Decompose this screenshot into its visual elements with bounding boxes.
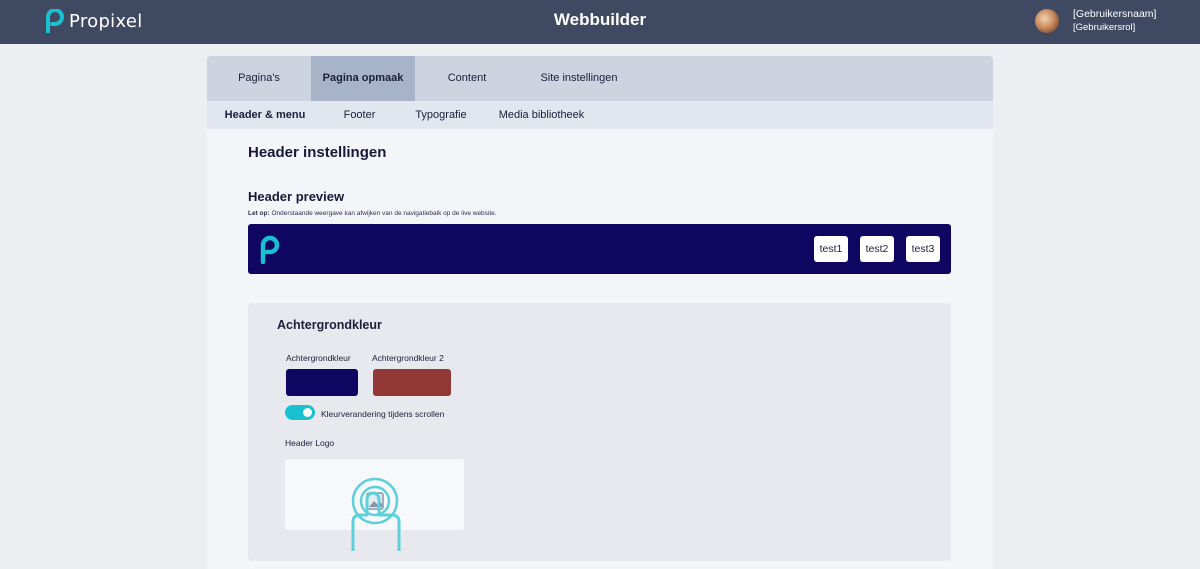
background-color-2-picker[interactable]	[373, 369, 451, 396]
top-bar: Propixel Webbuilder [Gebruikersnaam] [Ge…	[0, 0, 1200, 44]
preview-note: Let op: Onderstaande weergave kan afwijk…	[248, 210, 497, 217]
subtab-footer[interactable]: Footer	[323, 101, 396, 129]
subtab-header-menu[interactable]: Header & menu	[207, 101, 323, 129]
background-settings-card: Achtergrondkleur Achtergrondkleur Achter…	[248, 303, 951, 561]
header-preview: test1 test2 test3	[248, 224, 951, 274]
preview-menu-button[interactable]: test2	[860, 236, 894, 262]
tap-upload-icon	[351, 477, 401, 551]
note-text: Onderstaande weergave kan afwijken van d…	[271, 210, 497, 217]
preview-heading: Header preview	[248, 189, 345, 204]
preview-menu-button[interactable]: test1	[814, 236, 848, 262]
color2-label: Achtergrondkleur 2	[372, 353, 444, 363]
tab-content[interactable]: Content	[415, 56, 519, 101]
logo-label: Header Logo	[285, 438, 335, 448]
main-panel: Pagina's Pagina opmaak Content Site inst…	[207, 56, 993, 569]
avatar[interactable]	[1035, 9, 1059, 33]
preview-menu-button[interactable]: test3	[906, 236, 940, 262]
user-name: [Gebruikersnaam]	[1073, 8, 1157, 20]
toggle-knob	[303, 408, 312, 417]
toggle-label: Kleurverandering tijdens scrollen	[321, 409, 445, 419]
brand[interactable]: Propixel	[44, 9, 143, 33]
app-title: Webbuilder	[553, 10, 647, 29]
scroll-color-toggle[interactable]	[285, 405, 315, 420]
tab-pagina-opmaak[interactable]: Pagina opmaak	[311, 56, 415, 101]
tab-site-instellingen[interactable]: Site instellingen	[519, 56, 639, 101]
section-title: Achtergrondkleur	[277, 318, 382, 332]
background-color-picker[interactable]	[286, 369, 358, 396]
subtab-typografie[interactable]: Typografie	[396, 101, 486, 129]
sub-tabs: Header & menu Footer Typografie Media bi…	[207, 101, 993, 129]
user-role: [Gebruikersrol]	[1073, 22, 1136, 33]
subtab-media-bibliotheek[interactable]: Media bibliotheek	[486, 101, 597, 129]
preview-logo-icon	[260, 235, 280, 264]
color1-label: Achtergrondkleur	[286, 353, 351, 363]
main-tabs: Pagina's Pagina opmaak Content Site inst…	[207, 56, 993, 101]
page-title: Header instellingen	[248, 144, 387, 161]
brand-name: Propixel	[69, 10, 143, 32]
note-label: Let op:	[248, 210, 270, 217]
propixel-logo-icon	[46, 9, 64, 33]
logo-upload-area[interactable]	[285, 459, 464, 551]
user-menu[interactable]: [Gebruikersnaam] [Gebruikersrol]	[1035, 8, 1156, 34]
tab-paginas[interactable]: Pagina's	[207, 56, 311, 101]
